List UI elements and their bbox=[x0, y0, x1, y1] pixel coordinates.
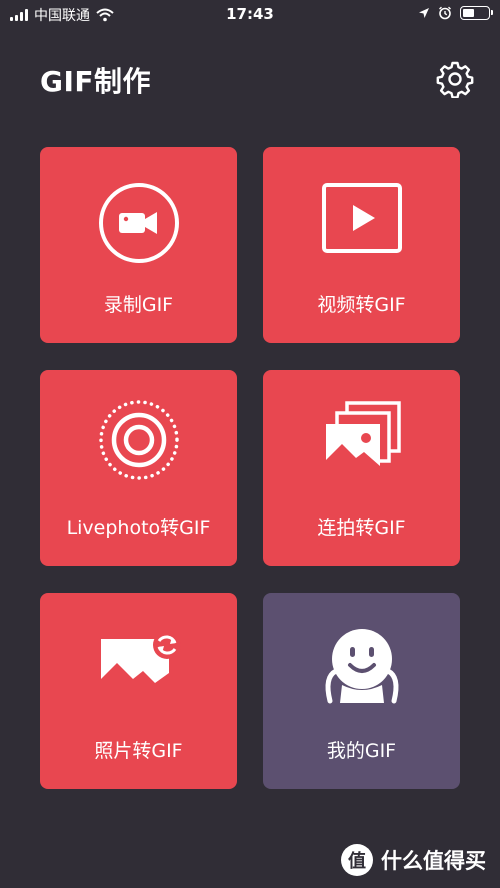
tile-label: Livephoto转GIF bbox=[66, 517, 211, 539]
photo-to-gif-tile[interactable]: 照片转GIF bbox=[40, 593, 237, 789]
tile-label: 我的GIF bbox=[326, 740, 397, 762]
live-photo-icon bbox=[98, 400, 179, 480]
gear-icon[interactable] bbox=[436, 60, 474, 98]
status-right bbox=[418, 6, 493, 20]
alarm-icon bbox=[439, 6, 451, 20]
burst-to-gif-tile[interactable]: 连拍转GIF bbox=[263, 370, 460, 566]
livephoto-to-gif-tile[interactable]: Livephoto转GIF bbox=[40, 370, 237, 566]
page-title: GIF制作 bbox=[40, 65, 152, 98]
my-gif-tile[interactable]: 我的GIF bbox=[263, 593, 460, 789]
tile-label: 视频转GIF bbox=[317, 294, 406, 316]
location-arrow-icon bbox=[419, 8, 429, 18]
smiling-character-icon bbox=[325, 629, 398, 704]
tile-label: 连拍转GIF bbox=[317, 517, 406, 539]
tile-label: 照片转GIF bbox=[94, 740, 183, 762]
video-to-gif-tile[interactable]: 视频转GIF bbox=[263, 147, 460, 343]
burst-photos-icon bbox=[325, 401, 401, 474]
photo-convert-icon bbox=[100, 631, 181, 697]
watermark-badge: 值 bbox=[341, 844, 373, 876]
status-bar: 中国联通 17:43 bbox=[0, 0, 500, 30]
tile-label: 录制GIF bbox=[103, 294, 174, 316]
battery-icon bbox=[460, 6, 493, 20]
record-gif-tile[interactable]: 录制GIF bbox=[40, 147, 237, 343]
watermark: 值 什么值得买 bbox=[341, 844, 486, 876]
play-video-icon bbox=[321, 183, 402, 253]
watermark-text: 什么值得买 bbox=[381, 849, 486, 873]
video-camera-icon bbox=[98, 183, 179, 263]
